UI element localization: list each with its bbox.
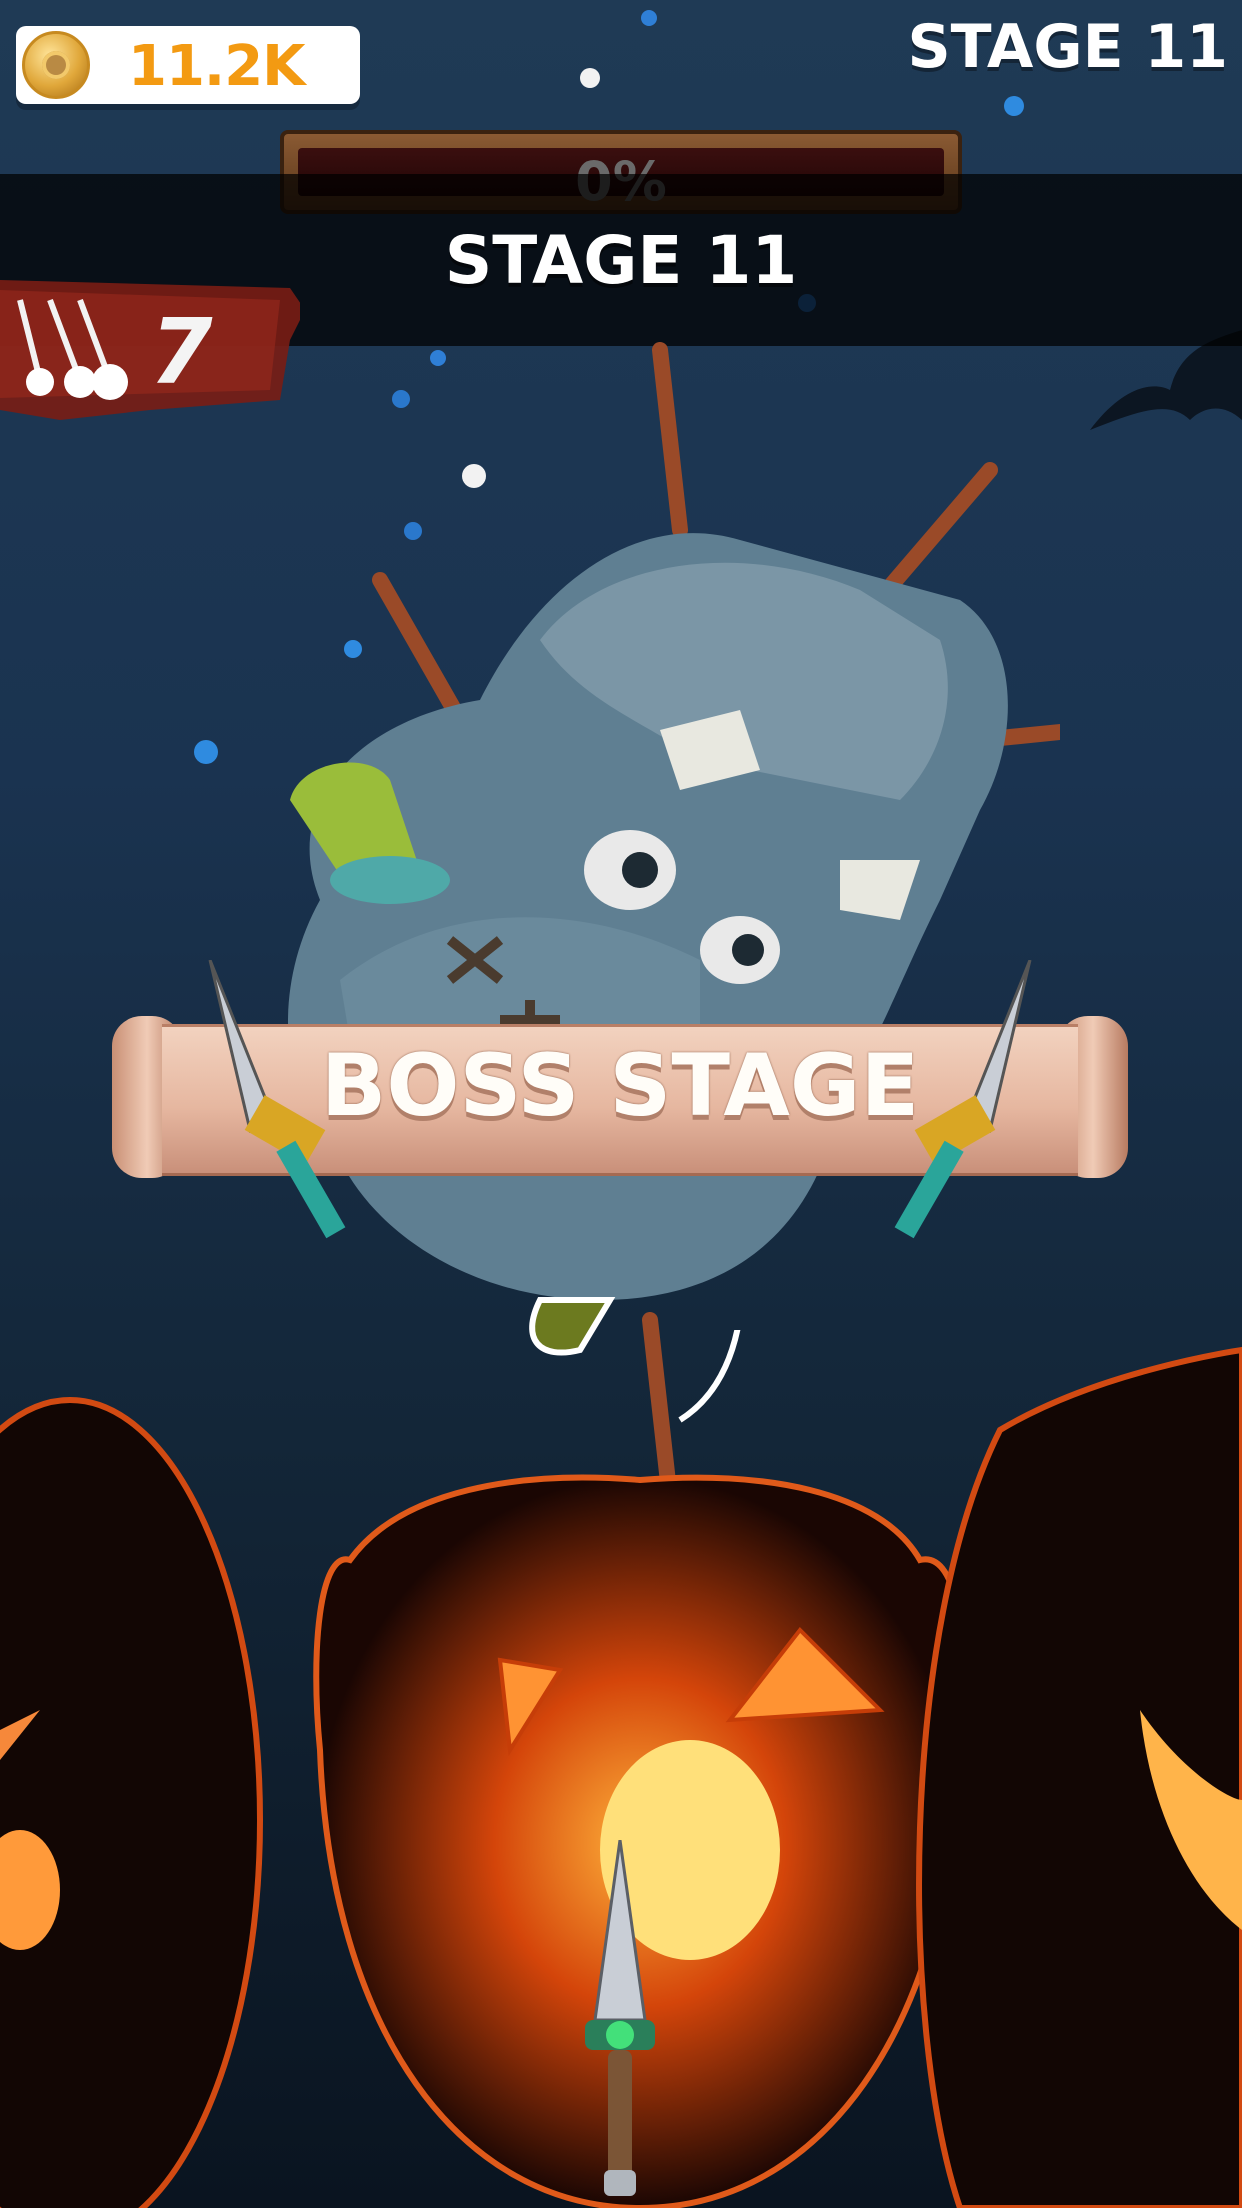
stuck-knife: [372, 572, 468, 728]
pumpkin-right: [916, 1346, 1242, 2208]
star-dot: [580, 68, 600, 88]
coin-icon: [22, 31, 90, 99]
stuck-knife: [652, 342, 688, 538]
pumpkin-left: [0, 1397, 263, 2208]
dagger-left-icon: [208, 960, 346, 1239]
dagger-right-icon: [894, 960, 1032, 1239]
player-knife[interactable]: [560, 1840, 680, 2200]
coin-counter: 11.2K: [16, 26, 360, 104]
coin-value: 11.2K: [128, 34, 306, 99]
star-dot: [641, 10, 657, 26]
stage-label: STAGE 11: [907, 12, 1228, 82]
star-dot: [1004, 96, 1024, 116]
bat-silhouette: [1090, 330, 1242, 430]
